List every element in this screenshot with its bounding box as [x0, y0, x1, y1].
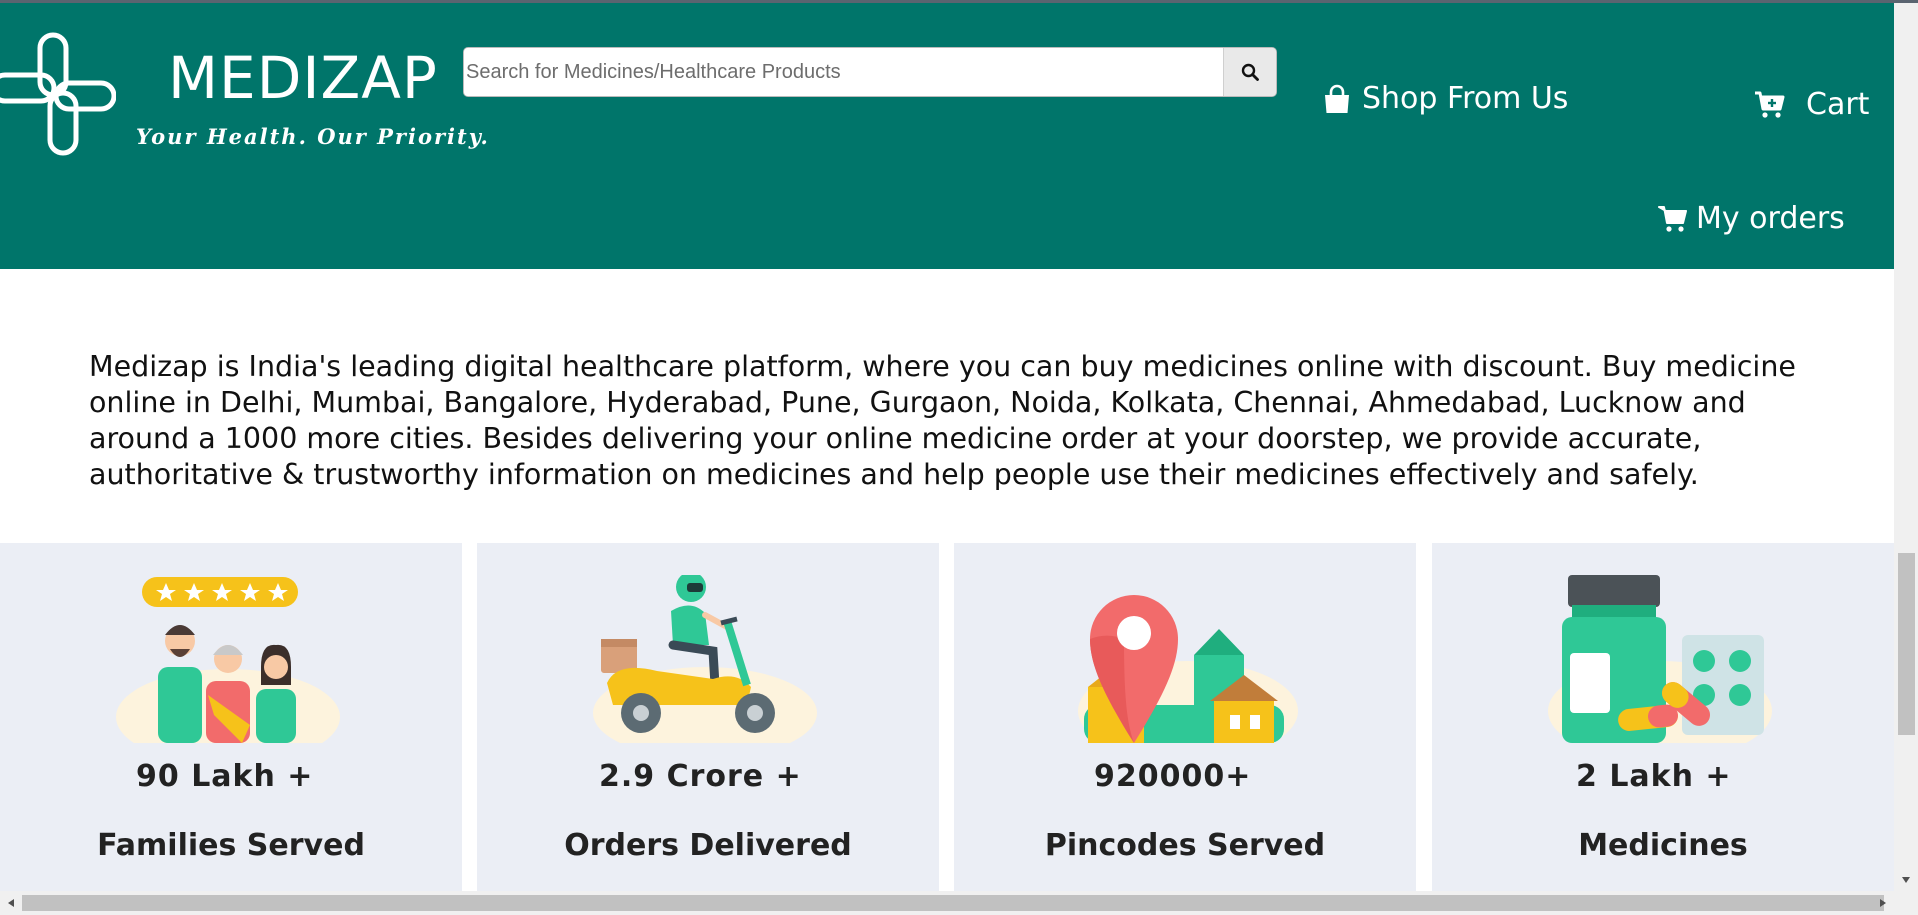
- search-button[interactable]: [1223, 48, 1276, 96]
- stat-value: 920000+: [1094, 759, 1252, 794]
- stat-label: Orders Delivered: [564, 828, 852, 863]
- stat-card-pincodes: 920000+ Pincodes Served: [954, 543, 1416, 891]
- cart-plus-icon: [1755, 91, 1785, 118]
- shopping-cart-icon: [1658, 205, 1687, 232]
- nav-my-orders[interactable]: My orders: [1658, 201, 1845, 236]
- medical-cross-logo-icon[interactable]: [0, 31, 116, 157]
- family-rating-illustration: [116, 577, 340, 743]
- brand-tagline: Your Health. Our Priority.: [136, 124, 490, 149]
- location-pin-illustration: [1078, 595, 1298, 743]
- stats-section: 90 Lakh + Families Served 2.9 Crore + Or…: [0, 543, 1894, 891]
- stat-value: 2 Lakh +: [1576, 759, 1732, 794]
- nav-cart-label: Cart: [1806, 87, 1870, 122]
- scroll-down-arrow-icon[interactable]: [1899, 873, 1913, 887]
- nav-cart[interactable]: Cart: [1754, 87, 1869, 122]
- search-bar: [463, 47, 1277, 97]
- nav-shop-from-us[interactable]: Shop From Us: [1322, 81, 1568, 116]
- nav-shop-label: Shop From Us: [1362, 81, 1569, 116]
- horizontal-scroll-thumb[interactable]: [22, 895, 1884, 911]
- search-icon: [1241, 63, 1259, 81]
- stat-label: Medicines: [1578, 828, 1748, 863]
- scroll-right-arrow-icon[interactable]: [1876, 896, 1890, 910]
- delivery-scooter-illustration: [593, 575, 817, 743]
- stat-card-medicines: 2 Lakh + Medicines: [1432, 543, 1894, 891]
- stat-value: 90 Lakh +: [136, 759, 314, 794]
- site-header: MEDIZAP Your Health. Our Priority. Shop …: [0, 3, 1894, 269]
- vertical-scroll-thumb[interactable]: [1898, 553, 1915, 735]
- scroll-left-arrow-icon[interactable]: [4, 896, 18, 910]
- stat-label: Families Served: [97, 828, 365, 863]
- search-input[interactable]: [464, 48, 1218, 96]
- stat-card-orders: 2.9 Crore + Orders Delivered: [477, 543, 939, 891]
- shopping-bag-icon: [1325, 84, 1349, 113]
- vertical-scrollbar[interactable]: [1894, 3, 1918, 891]
- stat-value: 2.9 Crore +: [599, 759, 802, 794]
- stat-label: Pincodes Served: [1044, 828, 1326, 863]
- brand-name[interactable]: MEDIZAP: [168, 43, 438, 113]
- nav-orders-label: My orders: [1696, 201, 1845, 236]
- medicine-bottle-illustration: [1548, 575, 1772, 743]
- intro-paragraph: Medizap is India's leading digital healt…: [89, 349, 1796, 491]
- stat-card-families: 90 Lakh + Families Served: [0, 543, 462, 891]
